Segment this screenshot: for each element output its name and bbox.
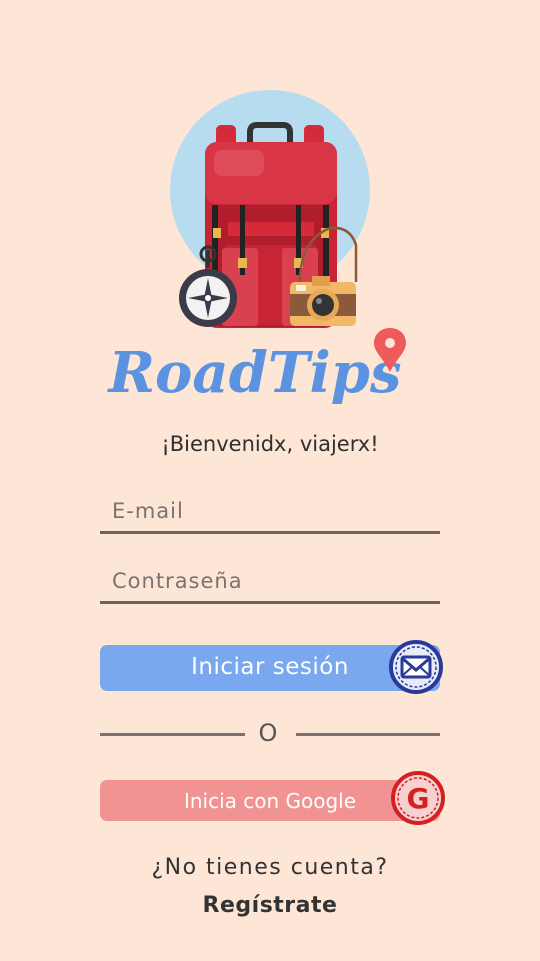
divider-line-right — [296, 733, 440, 736]
logo-text: RoadTips — [107, 340, 402, 406]
email-field-container — [100, 490, 452, 534]
hero-illustration: RoadTips — [107, 90, 406, 406]
envelope-icon — [389, 640, 443, 694]
welcome-text: ¡Bienvenidx, viajerx! — [161, 432, 379, 456]
email-field[interactable] — [100, 490, 452, 531]
svg-text:G: G — [407, 782, 430, 815]
signup-question: ¿No tienes cuenta? — [151, 855, 389, 880]
divider-line-left — [100, 733, 245, 736]
divider-label: O — [258, 719, 278, 747]
register-link[interactable]: Regístrate — [0, 893, 540, 918]
google-icon: G — [391, 771, 445, 825]
password-field-container — [100, 560, 452, 604]
password-field[interactable] — [100, 560, 452, 601]
